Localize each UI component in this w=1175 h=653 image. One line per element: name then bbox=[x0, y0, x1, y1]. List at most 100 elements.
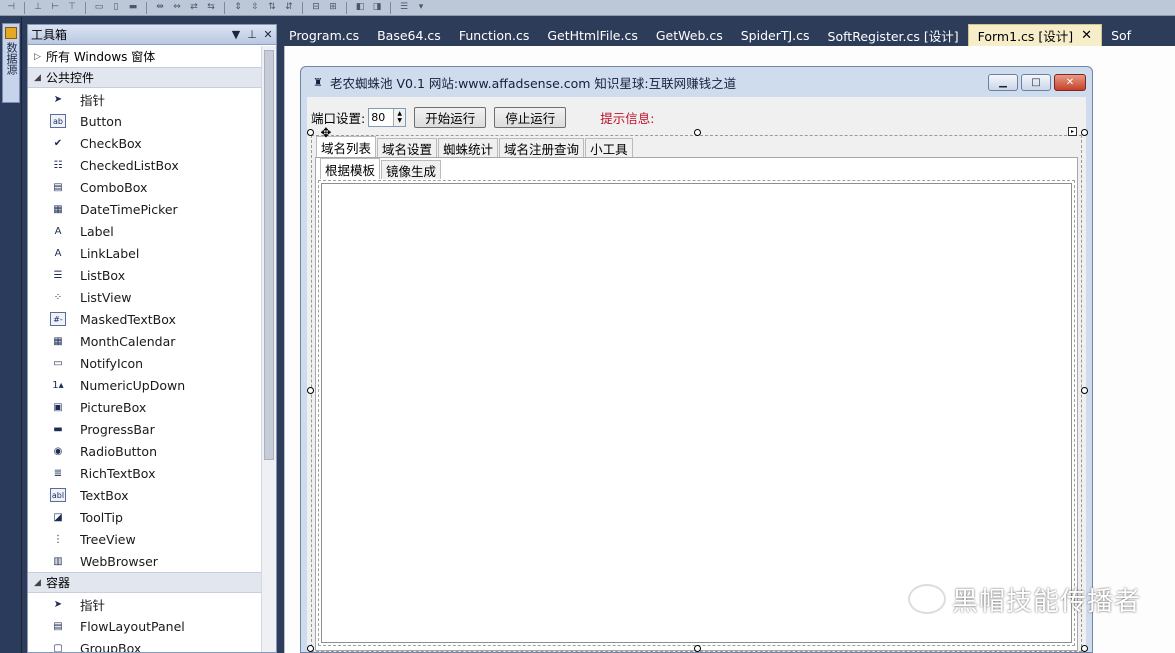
start-button[interactable]: 开始运行 bbox=[414, 106, 487, 128]
port-stepper[interactable]: 80 ▲ ▼ bbox=[368, 107, 407, 127]
toolbox-item[interactable]: ✔ CheckBox bbox=[28, 132, 262, 154]
form-window[interactable]: ♜ 老农蜘蛛池 V0.1 网站:www.affadsense.com 知识星球:… bbox=[300, 66, 1093, 653]
toolbox-scrollbar[interactable] bbox=[261, 46, 276, 652]
dropdown-icon[interactable]: ▼ bbox=[228, 28, 244, 41]
vertical-spacing-icon[interactable]: ⇕ bbox=[231, 2, 245, 13]
toolbox-item[interactable]: A LinkLabel bbox=[28, 242, 262, 264]
toolbox-item[interactable]: ▤ ComboBox bbox=[28, 176, 262, 198]
group-common-controls[interactable]: ◢ 公共控件 bbox=[28, 67, 262, 88]
align-left-icon[interactable]: ⊣ bbox=[4, 2, 18, 13]
resize-handle[interactable] bbox=[307, 387, 314, 394]
doc-tab[interactable]: SoftRegister.cs [设计] bbox=[819, 24, 968, 46]
designer-toolbar: ⊣ ⊥ ⊢ ⊤ ▭ ▯ ▬ ⇹ ⇔ ⇄ ⇆ ⇕ ⇳ ⇅ ⇵ ⊟ ⊞ ◧ ◨ ☰ … bbox=[0, 0, 1175, 16]
group-all-windows-forms[interactable]: ▷ 所有 Windows 窗体 bbox=[28, 46, 262, 67]
toolbox-item[interactable]: ▦ DateTimePicker bbox=[28, 198, 262, 220]
main-tab-control[interactable]: 域名列表 域名设置 蜘蛛统计 域名注册查询 小工具 根据模板 镜像生成 bbox=[311, 135, 1082, 652]
inner-tab[interactable]: 镜像生成 bbox=[381, 160, 442, 179]
make-same-height-icon[interactable]: ▬ bbox=[126, 2, 140, 13]
align-right-icon[interactable]: ⊢ bbox=[48, 2, 62, 13]
stop-button[interactable]: 停止运行 bbox=[494, 106, 567, 128]
close-icon[interactable]: ✕ bbox=[1081, 28, 1092, 43]
toolbox-item[interactable]: ◉ RadioButton bbox=[28, 440, 262, 462]
doc-tab[interactable]: Form1.cs [设计] ✕ bbox=[967, 24, 1103, 46]
inner-content-area[interactable] bbox=[321, 183, 1072, 643]
center-horizontally-icon[interactable]: ⊟ bbox=[309, 2, 323, 13]
resize-handle[interactable] bbox=[1081, 387, 1088, 394]
bring-to-front-icon[interactable]: ◧ bbox=[353, 2, 367, 13]
center-vertically-icon[interactable]: ⊞ bbox=[326, 2, 340, 13]
chevron-down-icon: ◢ bbox=[34, 577, 41, 588]
doc-tab[interactable]: Base64.cs bbox=[368, 24, 450, 46]
toolbox-item[interactable]: ▬ ProgressBar bbox=[28, 418, 262, 440]
scrollbar-thumb[interactable] bbox=[264, 50, 274, 460]
close-button[interactable]: ✕ bbox=[1054, 73, 1086, 91]
toolbox-item[interactable]: ▦ MonthCalendar bbox=[28, 330, 262, 352]
align-top-icon[interactable]: ⊤ bbox=[65, 2, 79, 13]
datasource-tab[interactable]: 数据源 bbox=[2, 23, 20, 103]
doc-tab[interactable]: Sof bbox=[1102, 24, 1140, 46]
toolbox-item[interactable]: ab Button bbox=[28, 110, 262, 132]
form-tab[interactable]: 域名注册查询 bbox=[499, 138, 585, 157]
inner-tab[interactable]: 根据模板 bbox=[320, 158, 381, 179]
toolbox-item[interactable]: ➤ 指针 bbox=[28, 88, 262, 110]
resize-handle[interactable] bbox=[1081, 129, 1088, 136]
group-label: 公共控件 bbox=[46, 71, 95, 85]
toolbox-item[interactable]: ☰ ListBox bbox=[28, 264, 262, 286]
minimize-button[interactable]: ▁ bbox=[988, 73, 1018, 91]
toolbox-item[interactable]: ☷ CheckedListBox bbox=[28, 154, 262, 176]
textbox-icon: abl bbox=[50, 488, 66, 502]
doc-tab[interactable]: SpiderTJ.cs bbox=[732, 24, 819, 46]
make-same-width-icon[interactable]: ▯ bbox=[109, 2, 123, 13]
doc-tab[interactable]: GetWeb.cs bbox=[647, 24, 732, 46]
toolbox-item[interactable]: ▢ GroupBox bbox=[28, 637, 262, 653]
checkedlistbox-icon: ☷ bbox=[53, 159, 63, 171]
toolbox-item[interactable]: ⋮ TreeView bbox=[28, 528, 262, 550]
maximize-button[interactable]: □ bbox=[1021, 73, 1051, 91]
toolbox-item-label: PictureBox bbox=[80, 399, 147, 415]
toolbar-overflow-icon[interactable]: ▾ bbox=[414, 2, 428, 13]
hint-label: 提示信息: bbox=[600, 110, 655, 126]
toolbox-item[interactable]: ▣ PictureBox bbox=[28, 396, 262, 418]
toolbox-item[interactable]: abl TextBox bbox=[28, 484, 262, 506]
remove-vspacing-icon[interactable]: ⇵ bbox=[282, 2, 296, 13]
toolbox-item[interactable]: ◪ ToolTip bbox=[28, 506, 262, 528]
horizontal-spacing-icon[interactable]: ⇹ bbox=[153, 2, 167, 13]
toolbox-item[interactable]: ➤ 指针 bbox=[28, 593, 262, 615]
pin-icon[interactable]: ⊥ bbox=[244, 28, 260, 41]
resize-handle[interactable] bbox=[694, 645, 701, 652]
tab-order-icon[interactable]: ☰ bbox=[397, 2, 411, 13]
doc-tab[interactable]: GetHtmlFile.cs bbox=[538, 24, 647, 46]
resize-handle[interactable] bbox=[1081, 645, 1088, 652]
toolbox-item[interactable]: ▤ FlowLayoutPanel bbox=[28, 615, 262, 637]
group-containers[interactable]: ◢ 容器 bbox=[28, 572, 262, 593]
send-to-back-icon[interactable]: ◨ bbox=[370, 2, 384, 13]
toolbox-item[interactable]: ▭ NotifyIcon bbox=[28, 352, 262, 374]
doc-tab[interactable]: Function.cs bbox=[450, 24, 539, 46]
move-handle-icon[interactable]: ✥ bbox=[319, 127, 333, 141]
close-icon[interactable]: ✕ bbox=[260, 28, 276, 41]
resize-handle[interactable] bbox=[307, 129, 314, 136]
decrease-spacing-icon[interactable]: ⇄ bbox=[187, 2, 201, 13]
form-tab[interactable]: 小工具 bbox=[585, 138, 633, 157]
decrease-vspacing-icon[interactable]: ⇅ bbox=[265, 2, 279, 13]
toolbox-item[interactable]: 1▴ NumericUpDown bbox=[28, 374, 262, 396]
remove-spacing-icon[interactable]: ⇆ bbox=[204, 2, 218, 13]
smart-tag-icon[interactable]: ▸ bbox=[1068, 127, 1077, 136]
toolbox-item[interactable]: ▥ WebBrowser bbox=[28, 550, 262, 572]
toolbox-item-label: MaskedTextBox bbox=[80, 311, 176, 327]
resize-handle[interactable] bbox=[307, 645, 314, 652]
toolbox-item[interactable]: #- MaskedTextBox bbox=[28, 308, 262, 330]
toolbox-item[interactable]: A Label bbox=[28, 220, 262, 242]
doc-tab[interactable]: Program.cs bbox=[280, 24, 368, 46]
make-same-size-icon[interactable]: ▭ bbox=[92, 2, 106, 13]
increase-vspacing-icon[interactable]: ⇳ bbox=[248, 2, 262, 13]
increase-spacing-icon[interactable]: ⇔ bbox=[170, 2, 184, 13]
form-tab[interactable]: 蜘蛛统计 bbox=[438, 138, 499, 157]
toolbox-item[interactable]: ≣ RichTextBox bbox=[28, 462, 262, 484]
align-center-icon[interactable]: ⊥ bbox=[31, 2, 45, 13]
stepper-arrows[interactable]: ▲ ▼ bbox=[393, 108, 406, 126]
port-value[interactable]: 80 bbox=[371, 111, 385, 124]
toolbox-item[interactable]: ⁘ ListView bbox=[28, 286, 262, 308]
form-tab[interactable]: 域名设置 bbox=[377, 138, 438, 157]
resize-handle[interactable] bbox=[694, 129, 701, 136]
